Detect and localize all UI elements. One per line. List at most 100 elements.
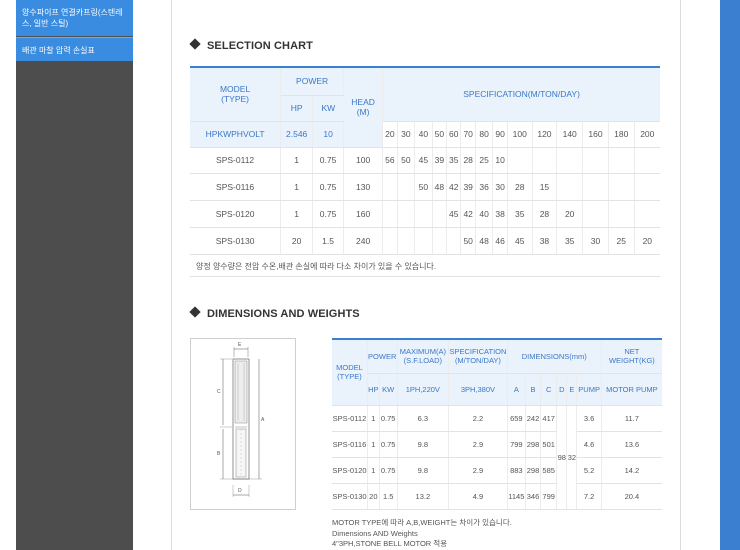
- value-cell: [446, 227, 462, 255]
- dim-e-cell: 32: [566, 405, 578, 510]
- value-cell: 35: [507, 200, 533, 228]
- value-cell: [397, 173, 416, 201]
- value-cell: 28: [532, 200, 558, 228]
- kw-cell: 0.75: [379, 431, 398, 458]
- value-cell: [582, 147, 609, 174]
- selection-chart-title: SELECTION CHART: [207, 40, 313, 52]
- diagram-label-b: B: [217, 451, 221, 457]
- dim-b-header: B: [525, 373, 542, 406]
- motor-pump-weight-cell: 13.6: [601, 431, 662, 458]
- kw-cell: 1.5: [312, 227, 345, 255]
- kw-cell: 1.5: [379, 483, 398, 510]
- diagram-label-a: A: [261, 417, 265, 423]
- flow-header: 180: [608, 121, 635, 148]
- kw-cell: 0.75: [312, 173, 345, 201]
- flow-header: 160: [582, 121, 609, 148]
- dim-model-type-header: MODEL (TYPE): [332, 338, 368, 406]
- value-cell: 40: [475, 200, 494, 228]
- value-cell: 25: [608, 227, 635, 255]
- power-header: POWER: [280, 66, 345, 96]
- dim-b-cell: 346: [525, 483, 542, 510]
- value-cell: [414, 200, 433, 228]
- dim-pump-header: PUMP: [576, 373, 602, 406]
- table-row: SPS-0120 1 0.75 9.8 2.9 883 298 585 5.2 …: [332, 457, 662, 484]
- value-cell: 35: [556, 227, 584, 255]
- table-row: SPS-0116 1 0.75 9.8 2.9 799 298 501 4.6 …: [332, 431, 662, 458]
- model-type-header: MODEL (TYPE): [190, 66, 282, 122]
- dim-3ph-header: 3PH,380V: [448, 373, 508, 406]
- current-3ph-cell: 4.9: [448, 483, 508, 510]
- current-1ph-cell: 13.2: [397, 483, 450, 510]
- value-cell: [582, 173, 609, 201]
- head-cell: 130: [343, 173, 384, 201]
- model-cell: SPS-0130: [190, 227, 282, 255]
- value-cell: [382, 173, 398, 201]
- model-cell: SPS-0116: [190, 173, 282, 201]
- value-cell: [634, 147, 660, 174]
- value-cell: [608, 200, 635, 228]
- dim-specification-header: SPECIFICATION (M/TON/DAY): [448, 338, 508, 374]
- value-cell: 48: [475, 227, 494, 255]
- value-cell: [432, 200, 448, 228]
- dim-maximum-header: MAXIMUM(A) (S.F.LOAD): [397, 338, 450, 374]
- value-cell: [397, 227, 416, 255]
- dim-b-cell: 298: [525, 431, 542, 458]
- flow-header: 50: [432, 121, 448, 148]
- right-margin: [681, 0, 720, 550]
- head-cell: 240: [343, 227, 384, 255]
- hp-cell: 1: [367, 457, 380, 484]
- value-cell: 48: [432, 173, 448, 201]
- hp-cell: 20: [280, 227, 314, 255]
- dim-power-header: POWER: [367, 338, 398, 374]
- value-cell: [634, 173, 660, 201]
- value-cell: 28: [507, 173, 533, 201]
- selection-note: 양정 양수량은 전압 수온,배관 손실에 따라 다소 차이가 있을 수 있습니다…: [196, 262, 437, 271]
- diagram-label-d: D: [238, 488, 242, 494]
- flow-header: 70: [460, 121, 476, 148]
- flow-header: 120: [532, 121, 558, 148]
- head-cell: 160: [343, 200, 384, 228]
- right-edge-bar: [720, 0, 740, 550]
- motor-pump-weight-cell: 11.7: [601, 405, 662, 432]
- table-row: SPS-0130 20 1.5 13.2 4.9 1145 346 799 7.…: [332, 483, 662, 510]
- dim-c-cell: 799: [540, 483, 558, 510]
- dim-a-cell: 659: [507, 405, 526, 432]
- sidebar: 양수파이프 연결카프링(스텐레스, 일반 스틸) 배관 마찰 압력 손실표: [16, 0, 133, 550]
- value-cell: 50: [397, 147, 416, 174]
- note-line: MOTOR TYPE에 따라 A,B,WEIGHT는 차이가 있습니다.: [332, 518, 512, 527]
- model-cell: SPS-0130: [332, 483, 368, 510]
- value-cell: 20: [556, 200, 584, 228]
- dimensions-notes: MOTOR TYPE에 따라 A,B,WEIGHT는 차이가 있습니다. Dim…: [332, 518, 512, 550]
- table-row: SPS-0112 1 0.75 100 56 50 45 39 35 28 25…: [190, 147, 660, 174]
- table-row: SPS-0130 20 1.5 240 50 48 46 45 38 35 30…: [190, 227, 660, 255]
- dim-b-cell: 242: [525, 405, 542, 432]
- diagram-label-e: E: [238, 342, 242, 348]
- sidebar-item-pipe-friction-loss[interactable]: 배관 마찰 압력 손실표: [16, 37, 133, 61]
- left-margin: [0, 0, 16, 550]
- value-cell: [608, 147, 635, 174]
- main-content: SELECTION CHART MODEL (TYPE) POWER HEAD (M…: [171, 0, 681, 550]
- current-3ph-cell: 2.2: [448, 405, 508, 432]
- dim-dimensions-header: DIMENSIONS(mm): [507, 338, 602, 374]
- specification-header: SPECIFICATION(M/TON/DAY): [382, 66, 660, 122]
- sidebar-item-coupling[interactable]: 양수파이프 연결카프링(스텐레스, 일반 스틸): [16, 0, 133, 36]
- value-cell: 50: [414, 173, 433, 201]
- dim-c-cell: 585: [540, 457, 558, 484]
- kw-cell: 0.75: [379, 457, 398, 484]
- dim-net-weight-header: NET WEIGHT(KG): [601, 338, 662, 374]
- value-cell: [634, 200, 660, 228]
- value-cell: 38: [532, 227, 558, 255]
- diagram-label-c: C: [217, 389, 221, 395]
- hp-cell: 1: [367, 405, 380, 432]
- flow-header: 80: [475, 121, 494, 148]
- dim-a-header: A: [507, 373, 526, 406]
- dim-1ph-header: 1PH,220V: [397, 373, 450, 406]
- model-cell: SPS-0112: [332, 405, 368, 432]
- value-cell: [582, 200, 609, 228]
- model-cell: SPS-0112: [190, 147, 282, 174]
- value-cell: 39: [432, 147, 448, 174]
- dim-c-cell: 501: [540, 431, 558, 458]
- dim-b-cell: 298: [525, 457, 542, 484]
- dimensions-title: DIMENSIONS AND WEIGHTS: [207, 308, 360, 320]
- hp-cell: 1: [280, 200, 314, 228]
